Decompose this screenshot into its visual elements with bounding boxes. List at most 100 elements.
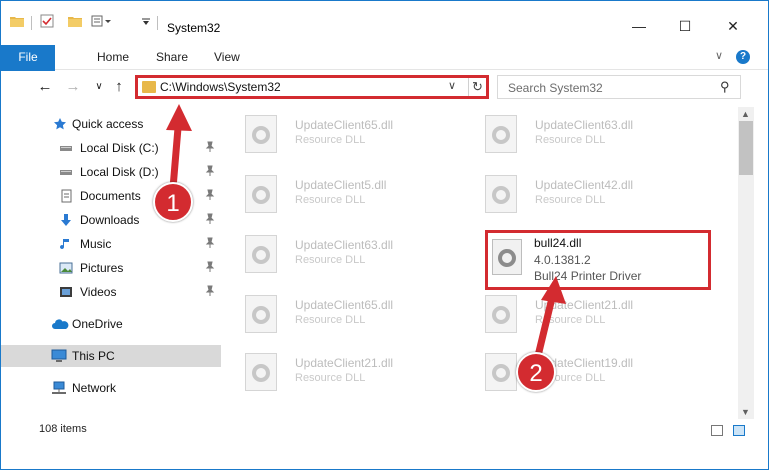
customize-toolbar-icon[interactable]: [91, 13, 115, 31]
nav-item-local-disk-c[interactable]: Local Disk (C:): [1, 137, 221, 159]
address-bar[interactable]: C:\Windows\System32 ∨ ↻: [135, 75, 489, 99]
pin-icon[interactable]: [205, 213, 215, 228]
nav-item-music[interactable]: Music: [1, 233, 221, 255]
folder-icon: [9, 13, 25, 31]
file-version: 4.0.1381.2: [534, 253, 591, 267]
nav-item-label: Local Disk (D:): [80, 165, 159, 179]
pin-icon[interactable]: [205, 237, 215, 252]
nav-item-this-pc[interactable]: This PC: [1, 345, 221, 367]
file-item[interactable]: UpdateClient63.dll Resource DLL: [463, 111, 693, 159]
file-name: UpdateClient5.dll: [295, 178, 387, 192]
quick-access-dropdown-icon[interactable]: [141, 13, 151, 31]
tab-view[interactable]: View: [214, 45, 240, 69]
navigation-pane: Quick access Local Disk (C:) Local Disk …: [1, 107, 221, 411]
scroll-thumb[interactable]: [739, 121, 753, 175]
title-bar: System32 — ☐ ✕: [1, 1, 768, 43]
file-name: bull24.dll: [534, 236, 582, 250]
nav-item-label: Documents: [80, 189, 141, 203]
file-name: UpdateClient65.dll: [295, 118, 394, 132]
close-button[interactable]: ✕: [713, 13, 753, 39]
help-icon[interactable]: ?: [736, 50, 750, 64]
dll-file-icon: [492, 239, 522, 275]
nav-item-videos[interactable]: Videos: [1, 281, 221, 303]
nav-item-pictures[interactable]: Pictures: [1, 257, 221, 279]
maximize-button[interactable]: ☐: [665, 13, 705, 39]
documents-icon: [61, 189, 72, 203]
dll-file-icon: [245, 115, 277, 153]
forward-button[interactable]: →: [65, 78, 81, 96]
up-button[interactable]: ↑: [111, 78, 127, 96]
file-item[interactable]: UpdateClient65.dll Resource DLL: [223, 111, 453, 159]
nav-item-onedrive[interactable]: OneDrive: [1, 313, 221, 335]
pin-icon[interactable]: [205, 285, 215, 300]
videos-icon: [60, 287, 72, 297]
pin-icon[interactable]: [205, 141, 215, 156]
nav-item-label: Pictures: [80, 261, 124, 275]
window-title: System32: [167, 21, 221, 35]
file-name: UpdateClient21.dll: [295, 356, 394, 370]
scroll-down-icon[interactable]: ▼: [741, 407, 750, 417]
nav-item-label: Music: [80, 237, 112, 251]
vertical-scrollbar[interactable]: ▲ ▼: [738, 107, 754, 419]
scroll-up-icon[interactable]: ▲: [741, 109, 750, 119]
pin-icon[interactable]: [205, 189, 215, 204]
tab-share[interactable]: Share: [156, 45, 188, 69]
ribbon-tabs: File Home Share View ∨ ?: [1, 45, 768, 93]
file-item[interactable]: UpdateClient65.dll Resource DLL: [223, 291, 453, 339]
cloud-icon: [52, 319, 69, 329]
nav-item-label: Network: [72, 381, 117, 395]
dll-file-icon: [245, 353, 277, 391]
nav-item-network[interactable]: Network: [1, 377, 221, 399]
expand-ribbon-icon[interactable]: ∨: [715, 49, 727, 63]
file-item[interactable]: UpdateClient21.dll Resource DLL: [223, 349, 453, 397]
pin-icon[interactable]: [205, 261, 215, 276]
nav-item-label: Downloads: [80, 213, 140, 227]
address-path[interactable]: C:\Windows\System32: [160, 80, 281, 94]
file-name: UpdateClient63.dll: [535, 118, 634, 132]
new-folder-icon[interactable]: [67, 13, 85, 31]
back-button[interactable]: ←: [37, 78, 53, 96]
step-badge-1: 1: [153, 182, 193, 222]
file-type: Resource DLL: [535, 194, 606, 206]
address-dropdown-icon[interactable]: ∨: [448, 79, 456, 92]
dll-file-icon: [485, 353, 517, 391]
properties-icon[interactable]: [39, 13, 55, 31]
recent-locations-button[interactable]: ∨: [91, 78, 107, 96]
nav-item-local-disk-d[interactable]: Local Disk (D:): [1, 161, 221, 183]
search-placeholder[interactable]: Search System32: [508, 81, 603, 95]
drive-icon: [60, 170, 72, 175]
file-item[interactable]: UpdateClient21.dll Resource DLL: [463, 291, 693, 339]
file-item[interactable]: UpdateClient5.dll Resource DLL: [223, 171, 453, 219]
dll-file-icon: [245, 295, 277, 333]
navigation-bar: ← → ∨ ↑ C:\Windows\System32 ∨ ↻ Search S…: [1, 71, 768, 103]
file-item[interactable]: UpdateClient42.dll Resource DLL: [463, 171, 693, 219]
highlighted-file-bull24[interactable]: bull24.dll 4.0.1381.2 Bull24 Printer Dri…: [485, 230, 711, 290]
star-icon: [54, 118, 66, 130]
file-type: Resource DLL: [295, 134, 366, 146]
dll-file-icon: [245, 175, 277, 213]
file-item[interactable]: UpdateClient19.dll Resource DLL: [463, 349, 693, 397]
file-type: Resource DLL: [295, 372, 366, 384]
nav-item-label: Quick access: [72, 117, 144, 131]
status-bar: 108 items: [1, 419, 768, 441]
pin-icon[interactable]: [205, 165, 215, 180]
details-view-icon[interactable]: [711, 425, 723, 436]
nav-item-label: This PC: [72, 349, 115, 363]
computer-icon: [51, 349, 67, 362]
file-name: UpdateClient65.dll: [295, 298, 394, 312]
nav-item-quick-access[interactable]: Quick access: [1, 113, 221, 135]
tab-home[interactable]: Home: [97, 45, 129, 69]
nav-item-label: Videos: [80, 285, 117, 299]
file-item[interactable]: UpdateClient63.dll Resource DLL: [223, 231, 453, 279]
music-icon: [60, 239, 69, 250]
refresh-icon[interactable]: ↻: [468, 78, 486, 96]
search-box[interactable]: Search System32 ⚲: [497, 75, 741, 99]
dll-file-icon: [485, 115, 517, 153]
nav-item-label: OneDrive: [72, 317, 123, 331]
dll-file-icon: [485, 295, 517, 333]
search-icon[interactable]: ⚲: [720, 79, 730, 95]
file-name: UpdateClient63.dll: [295, 238, 394, 252]
tiles-view-icon[interactable]: [733, 425, 745, 436]
minimize-button[interactable]: —: [619, 13, 659, 39]
network-icon: [52, 381, 66, 394]
